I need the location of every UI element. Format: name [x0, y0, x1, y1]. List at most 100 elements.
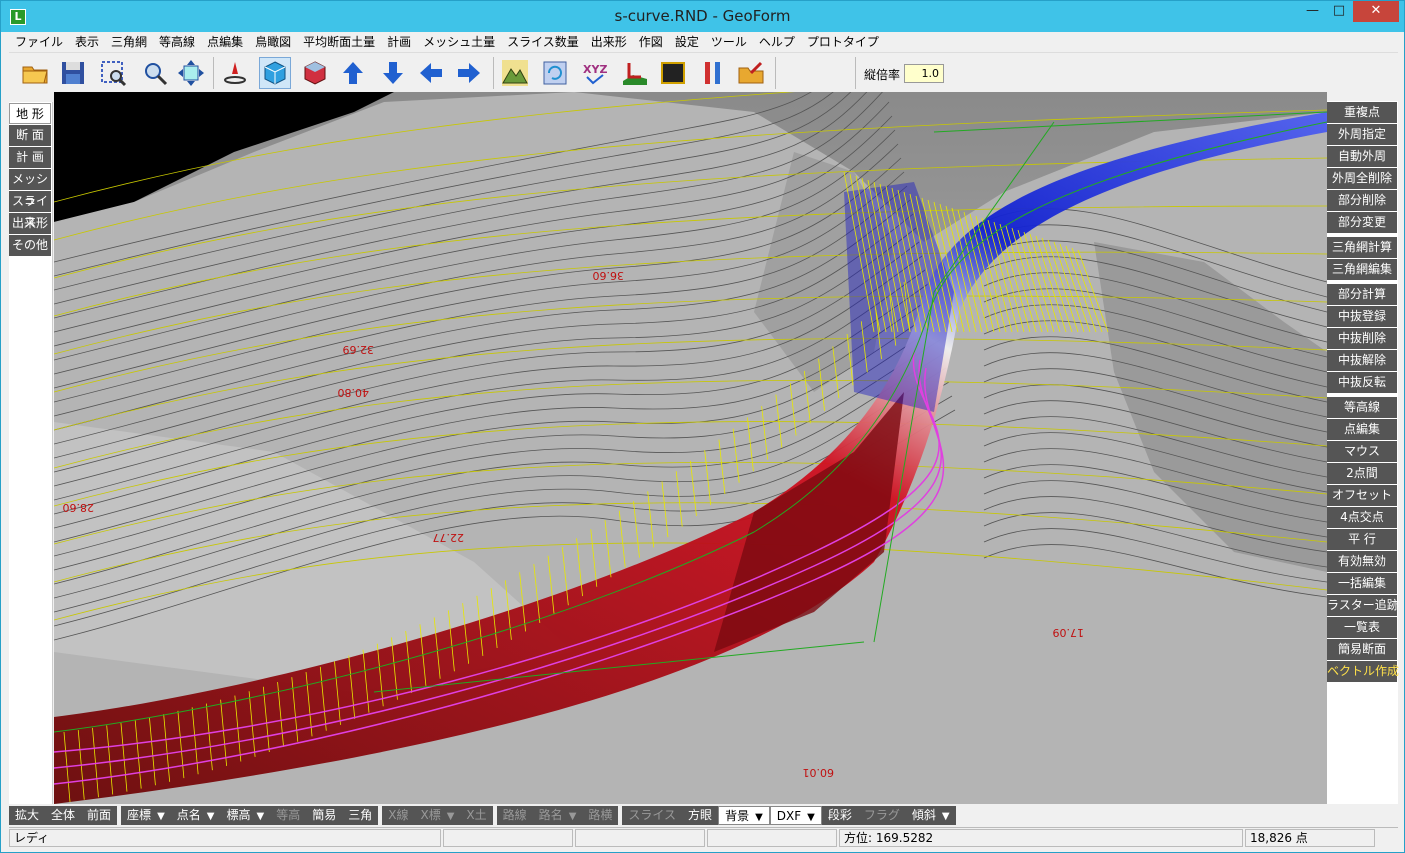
menu-item[interactable]: プロトタイプ — [801, 32, 885, 52]
command-button[interactable]: 等高線 — [1327, 397, 1397, 418]
toggle-button[interactable]: 全体 — [45, 805, 82, 825]
minimize-button[interactable]: — — [1299, 1, 1326, 22]
command-button[interactable]: 簡易断面 — [1327, 639, 1397, 660]
mode-tab[interactable]: 計 画 — [9, 147, 51, 168]
toggle-button[interactable]: 前面 — [81, 805, 118, 825]
terrain-icon[interactable] — [499, 57, 531, 89]
terrain-scene[interactable]: 28.60 32.69 40.80 22.77 17.09 36.60 60.01 — [54, 92, 1327, 804]
mode-tab[interactable]: 地 形 — [9, 103, 51, 124]
command-button[interactable]: 有効無効 — [1327, 551, 1397, 572]
menu-item[interactable]: 鳥瞰図 — [249, 32, 297, 52]
menu-item[interactable]: 平均断面土量 — [297, 32, 381, 52]
menu-item[interactable]: 点編集 — [201, 32, 249, 52]
command-button[interactable]: 4点交点 — [1327, 507, 1397, 528]
command-button[interactable]: 点編集 — [1327, 419, 1397, 440]
toggle-button[interactable]: 点名 ▼ — [170, 805, 221, 825]
menu-item[interactable]: 作図 — [633, 32, 669, 52]
toggle-button[interactable]: 路横 — [582, 805, 619, 825]
menu-item[interactable]: ツール — [705, 32, 753, 52]
command-button[interactable]: 一括編集 — [1327, 573, 1397, 594]
command-button[interactable]: 平 行 — [1327, 529, 1397, 550]
zoom-window-icon[interactable] — [97, 57, 129, 89]
toggle-button[interactable]: 段彩 — [821, 805, 858, 825]
mode-tab[interactable]: スライス — [9, 191, 51, 229]
toggle-button[interactable]: 簡易 — [306, 805, 343, 825]
toggle-button[interactable]: フラグ — [857, 805, 906, 825]
dropdown-arrow-icon[interactable]: ▼ — [151, 811, 165, 822]
menu-item[interactable]: 設定 — [669, 32, 705, 52]
command-button[interactable]: ラスター追跡 — [1327, 595, 1399, 616]
xyz-icon[interactable]: XYZ — [579, 57, 611, 89]
dropdown-arrow-icon[interactable]: ▼ — [251, 811, 265, 822]
toggle-button[interactable]: 路線 — [496, 805, 533, 825]
3d-box-icon[interactable] — [259, 57, 291, 89]
3d-box-red-icon[interactable] — [299, 57, 331, 89]
toggle-button[interactable]: 三角 — [342, 805, 379, 825]
toggle-button[interactable]: 背景 ▼ — [718, 805, 770, 825]
command-button[interactable]: マウス — [1327, 441, 1397, 462]
tools-icon[interactable] — [697, 57, 729, 89]
dropdown-arrow-icon[interactable]: ▼ — [441, 811, 455, 822]
dropdown-arrow-icon[interactable]: ▼ — [563, 811, 577, 822]
toggle-button[interactable]: 座標 ▼ — [121, 805, 171, 825]
zoom-icon[interactable] — [139, 57, 171, 89]
toggle-button[interactable]: 等高 — [270, 805, 307, 825]
save-icon[interactable] — [57, 57, 89, 89]
command-button[interactable]: 自動外周 — [1327, 146, 1397, 167]
command-button[interactable]: 三角網編集 — [1327, 259, 1397, 280]
command-button[interactable]: 中抜解除 — [1327, 350, 1397, 371]
toggle-button[interactable]: 拡大 — [9, 805, 46, 825]
mode-tab[interactable]: 断 面 — [9, 125, 51, 146]
command-button[interactable]: 外周指定 — [1327, 124, 1397, 145]
command-button[interactable]: オフセット — [1327, 485, 1397, 506]
menu-item[interactable]: 等高線 — [153, 32, 201, 52]
command-button[interactable]: ベクトル作成 — [1327, 661, 1399, 682]
toggle-button[interactable]: 路名 ▼ — [532, 805, 583, 825]
arrow-right-icon[interactable] — [453, 57, 485, 89]
menu-item[interactable]: メッシュ土量 — [417, 32, 501, 52]
menu-item[interactable]: 三角網 — [105, 32, 153, 52]
section-icon[interactable] — [619, 57, 651, 89]
menu-item[interactable]: 表示 — [69, 32, 105, 52]
menu-item[interactable]: スライス数量 — [501, 32, 585, 52]
menu-item[interactable]: ヘルプ — [753, 32, 801, 52]
arrow-left-icon[interactable] — [415, 57, 447, 89]
frame-icon[interactable] — [657, 57, 689, 89]
point-edit-icon[interactable] — [219, 57, 251, 89]
command-button[interactable]: 部分変更 — [1327, 212, 1397, 233]
command-button[interactable]: 部分計算 — [1327, 284, 1397, 305]
title-bar[interactable]: L s-curve.RND - GeoForm — □ ✕ — [1, 1, 1404, 32]
toggle-button[interactable]: スライス — [622, 805, 683, 825]
command-button[interactable]: 部分削除 — [1327, 190, 1397, 211]
command-button[interactable]: 三角網計算 — [1327, 237, 1397, 258]
menu-item[interactable]: ファイル — [9, 32, 69, 52]
maximize-button[interactable]: □ — [1326, 1, 1352, 22]
vertical-scale-input[interactable]: 1.0 — [904, 64, 944, 83]
dropdown-arrow-icon[interactable]: ▼ — [749, 812, 763, 823]
3d-viewport[interactable]: 28.60 32.69 40.80 22.77 17.09 36.60 60.01 — [54, 92, 1327, 804]
toggle-button[interactable]: X線 — [382, 805, 415, 825]
mode-tab[interactable]: メッシュ — [9, 169, 51, 207]
mode-tab[interactable]: その他 — [9, 235, 51, 256]
toggle-button[interactable]: 方眼 — [682, 805, 719, 825]
command-button[interactable]: 重複点 — [1327, 102, 1397, 123]
arrow-up-icon[interactable] — [337, 57, 369, 89]
open-folder-icon[interactable] — [19, 57, 51, 89]
menu-item[interactable]: 出来形 — [585, 32, 633, 52]
command-button[interactable]: 中抜反転 — [1327, 372, 1397, 393]
toggle-button[interactable]: DXF ▼ — [769, 805, 822, 825]
rotate-view-icon[interactable] — [539, 57, 571, 89]
toggle-button[interactable]: X標 ▼ — [414, 805, 461, 825]
menu-item[interactable]: 計画 — [381, 32, 417, 52]
arrow-down-icon[interactable] — [377, 57, 409, 89]
close-button[interactable]: ✕ — [1353, 1, 1399, 22]
dropdown-arrow-icon[interactable]: ▼ — [936, 811, 950, 822]
toggle-button[interactable]: 標高 ▼ — [220, 805, 271, 825]
command-button[interactable]: 2点間 — [1327, 463, 1397, 484]
command-button[interactable]: 中抜削除 — [1327, 328, 1397, 349]
command-button[interactable]: 一覧表 — [1327, 617, 1397, 638]
dropdown-arrow-icon[interactable]: ▼ — [201, 811, 215, 822]
toggle-button[interactable]: 傾斜 ▼ — [905, 805, 956, 825]
export-icon[interactable] — [735, 57, 767, 89]
dropdown-arrow-icon[interactable]: ▼ — [801, 812, 815, 823]
